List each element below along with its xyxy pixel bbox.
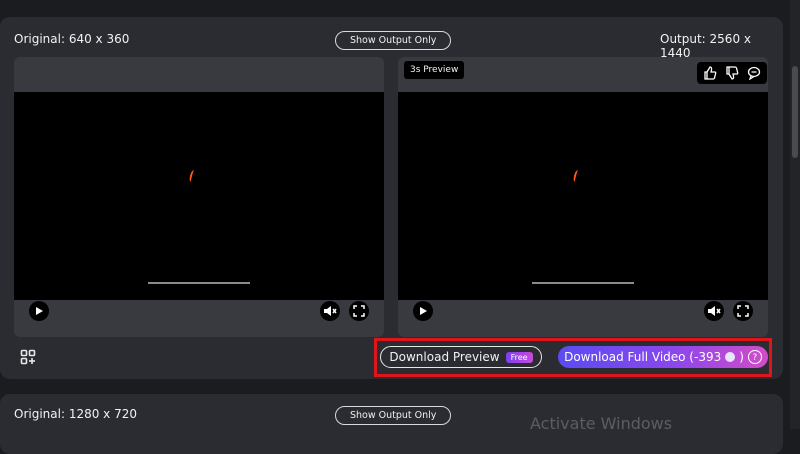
output-play-button[interactable] [413, 301, 433, 321]
output-progress-bar[interactable] [532, 282, 634, 284]
download-preview-label: Download Preview [389, 350, 500, 364]
coin-icon [725, 352, 736, 362]
top-result-card: Original: 640 x 360 Show Output Only Out… [0, 17, 783, 379]
show-output-only-button[interactable]: Show Output Only [335, 31, 452, 50]
original-mute-button[interactable] [320, 301, 340, 321]
help-icon[interactable]: ? [747, 350, 762, 364]
preview-duration-badge: 3s Preview [404, 61, 465, 79]
output-video-panel: 3s Preview [398, 57, 768, 337]
download-preview-button[interactable]: Download Preview Free [380, 346, 542, 368]
original-video-viewport[interactable] [14, 92, 384, 300]
output-video-viewport[interactable] [398, 92, 768, 300]
show-output-only-button[interactable]: Show Output Only [335, 406, 452, 425]
thumbs-down-icon [726, 66, 739, 80]
download-full-label: Download Full Video (-393 [564, 350, 722, 364]
fullscreen-icon [353, 305, 365, 317]
thumbs-down-button[interactable] [723, 64, 741, 82]
output-resolution-label: Output: 2560 x 1440 [660, 32, 751, 60]
mute-icon [324, 306, 337, 316]
thumbs-up-icon [704, 66, 717, 80]
grid-icon[interactable] [20, 349, 36, 365]
original-progress-bar[interactable] [148, 282, 250, 284]
comment-icon [747, 66, 761, 80]
comment-button[interactable] [745, 64, 763, 82]
video-frame-glyph [572, 169, 581, 183]
free-badge: Free [505, 351, 533, 363]
fullscreen-icon [737, 305, 749, 317]
video-frame-glyph [188, 169, 197, 183]
play-icon [420, 307, 427, 315]
original-resolution-label: Original: 640 x 360 [14, 32, 130, 46]
output-mute-button[interactable] [704, 301, 724, 321]
download-full-video-button[interactable]: Download Full Video (-393 ) ? [558, 346, 768, 368]
scrollbar-thumb[interactable] [792, 66, 798, 158]
original-play-button[interactable] [29, 301, 49, 321]
download-full-suffix: ) [739, 350, 744, 364]
original-fullscreen-button[interactable] [349, 301, 369, 321]
thumbs-up-button[interactable] [701, 64, 719, 82]
play-icon [36, 307, 43, 315]
feedback-button-group [697, 62, 767, 84]
output-fullscreen-button[interactable] [733, 301, 753, 321]
activate-windows-watermark: Activate Windows [530, 414, 673, 433]
original-resolution-label: Original: 1280 x 720 [14, 407, 137, 421]
original-video-panel [14, 57, 384, 337]
mute-icon [708, 306, 721, 316]
page-scrollbar[interactable] [790, 0, 800, 429]
